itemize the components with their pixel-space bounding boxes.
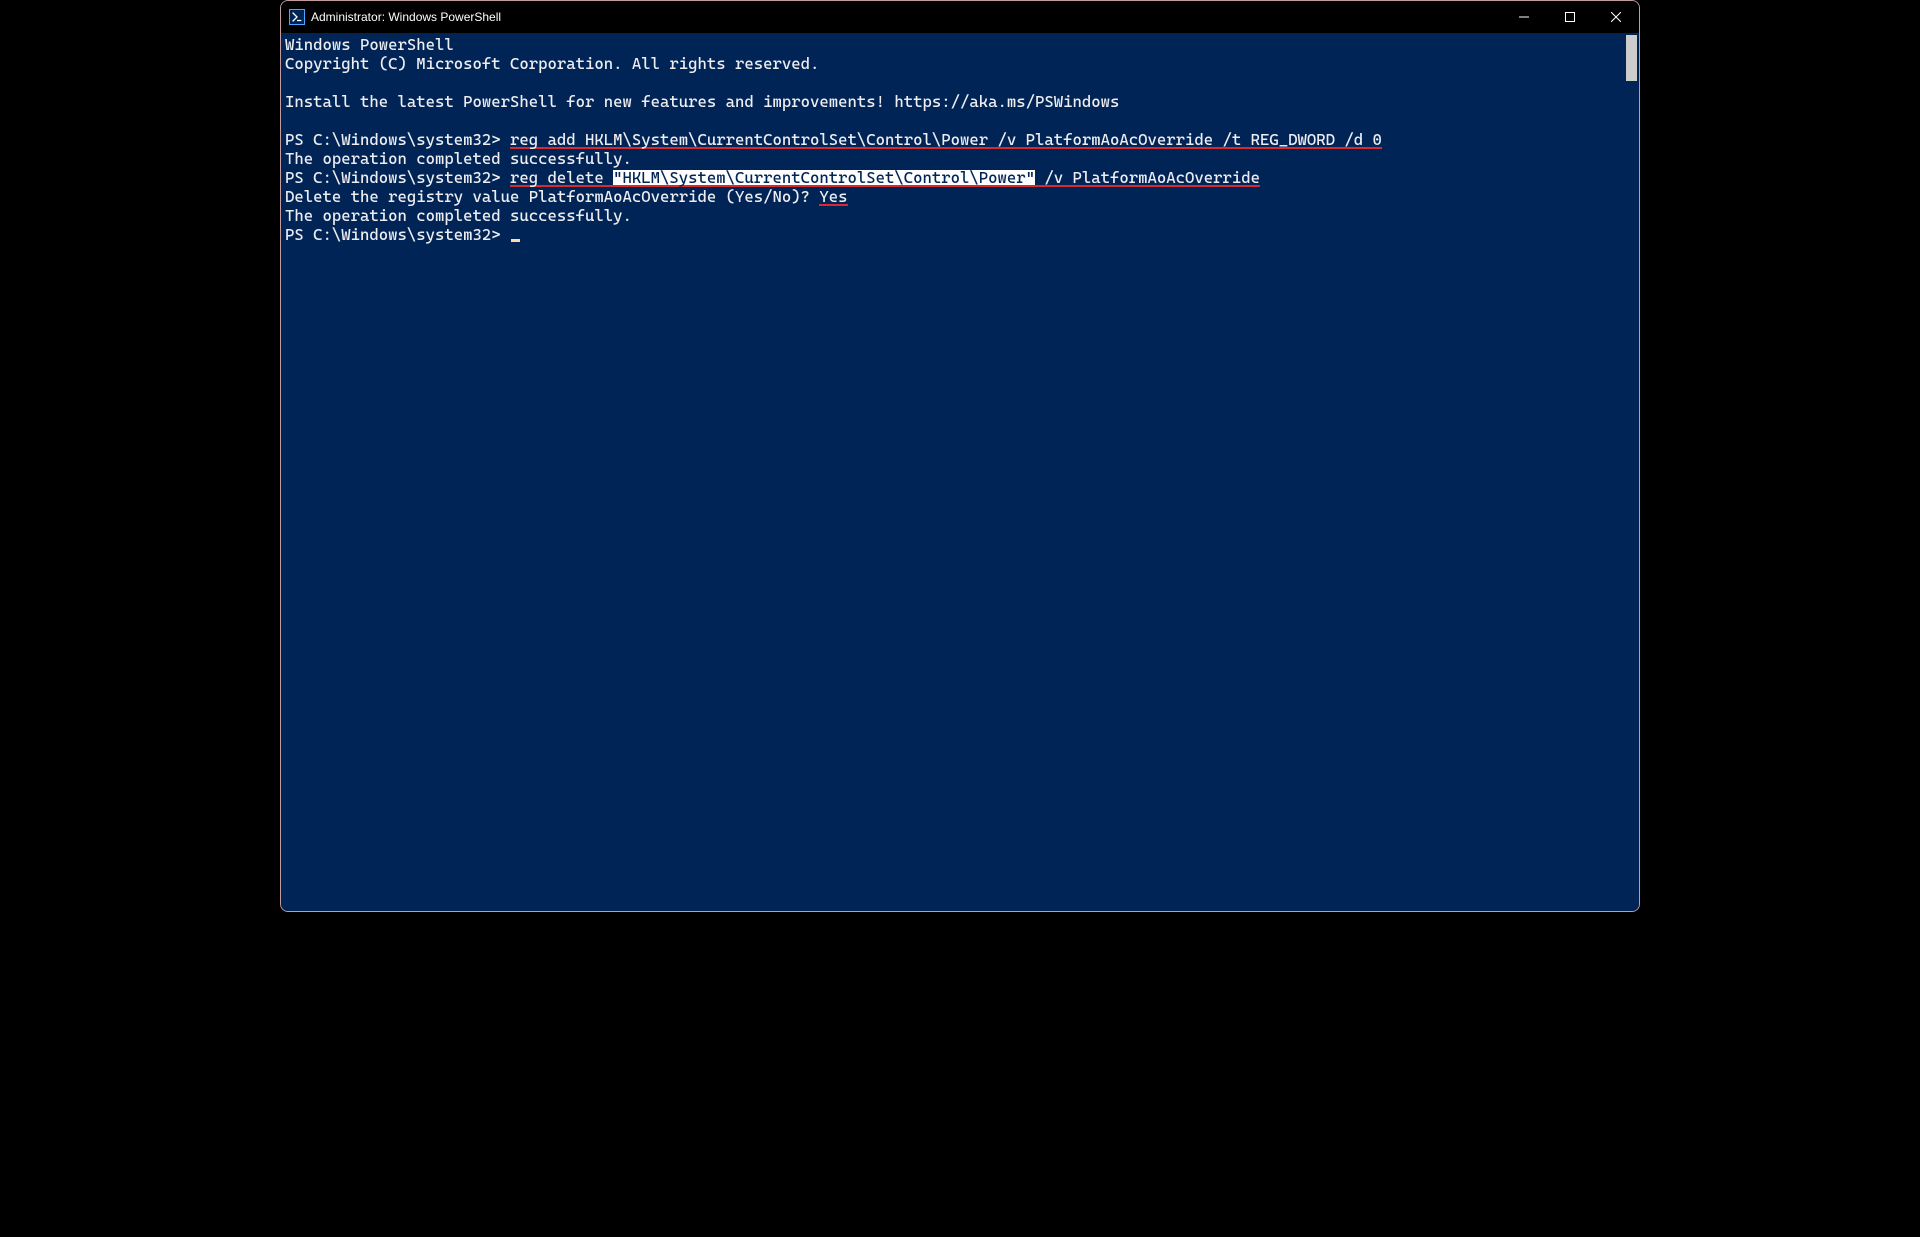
cursor [511,239,520,242]
output-line: The operation completed successfully. [285,149,632,168]
titlebar[interactable]: Administrator: Windows PowerShell [281,1,1639,33]
command-reg-delete-part2: /v PlatformAoAcOverride [1035,170,1260,187]
output-line: The operation completed successfully. [285,206,632,225]
window-controls [1501,1,1639,33]
minimize-button[interactable] [1501,1,1547,33]
ps-prompt: PS C:\Windows\system32> [285,130,510,149]
ps-prompt: PS C:\Windows\system32> [285,225,510,244]
window-title: Administrator: Windows PowerShell [311,10,501,24]
output-line: Install the latest PowerShell for new fe… [285,92,1119,111]
powershell-icon [289,9,305,25]
ps-prompt: PS C:\Windows\system32> [285,168,510,187]
scrollbar-thumb[interactable] [1626,35,1637,81]
command-reg-delete-part1: reg delete [510,170,613,187]
confirm-answer-yes: Yes [819,189,847,206]
output-line: Copyright (C) Microsoft Corporation. All… [285,54,819,73]
output-line: Windows PowerShell [285,35,454,54]
command-reg-add: reg add HKLM\System\CurrentControlSet\Co… [510,132,1382,149]
titlebar-left: Administrator: Windows PowerShell [289,9,501,25]
scrollbar[interactable] [1623,33,1639,911]
terminal-output[interactable]: Windows PowerShell Copyright (C) Microso… [281,33,1623,911]
terminal-area: Windows PowerShell Copyright (C) Microso… [281,33,1639,911]
maximize-button[interactable] [1547,1,1593,33]
output-confirm-prompt: Delete the registry value PlatformAoAcOv… [285,187,819,206]
command-reg-delete-path: "HKLM\System\CurrentControlSet\Control\P… [613,170,1035,187]
close-button[interactable] [1593,1,1639,33]
powershell-window: Administrator: Windows PowerShell Window… [280,0,1640,912]
